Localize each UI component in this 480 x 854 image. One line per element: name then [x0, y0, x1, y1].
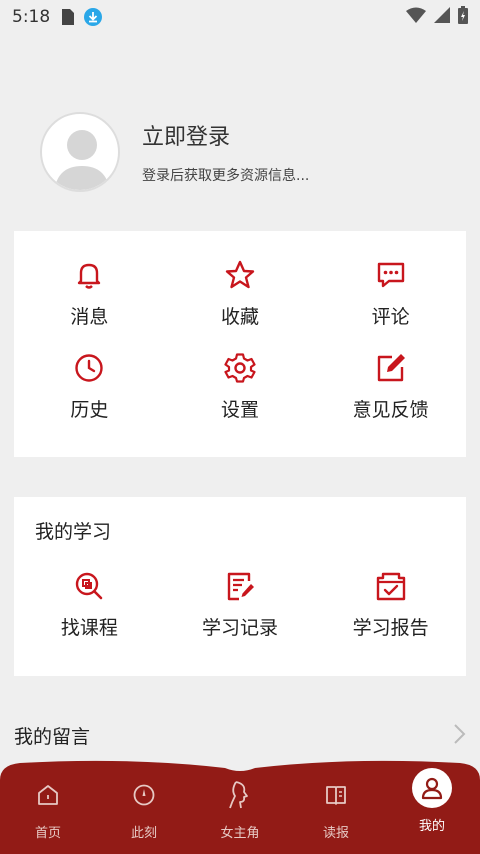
gear-icon	[224, 353, 256, 383]
tab-heroine[interactable]: 女主角	[192, 780, 288, 841]
home-icon	[33, 780, 63, 810]
document-icon	[227, 572, 254, 601]
tab-mine[interactable]: 我的	[384, 768, 480, 841]
status-bar: 5:18	[0, 0, 480, 34]
messages-button[interactable]: 消息	[14, 258, 165, 351]
study-record-button[interactable]: 学习记录	[165, 569, 316, 640]
status-time: 5:18	[12, 7, 51, 27]
battery-icon	[458, 5, 468, 29]
tab-moment[interactable]: 此刻	[96, 780, 192, 841]
star-icon	[225, 260, 255, 289]
tab-home-label: 首页	[34, 826, 61, 841]
login-subtitle: 登录后获取更多资源信息...	[142, 168, 310, 184]
login-title[interactable]: 立即登录	[142, 119, 309, 151]
study-card: 我的学习 找课程 学习记录 学习报告	[14, 497, 466, 676]
tab-moment-label: 此刻	[130, 826, 157, 841]
edit-icon	[377, 354, 405, 382]
search-course-icon	[76, 572, 103, 600]
download-icon	[84, 8, 103, 26]
report-icon	[376, 572, 405, 601]
chevron-right-icon	[452, 723, 466, 749]
comments-label: 评论	[371, 306, 410, 328]
newspaper-icon	[321, 780, 351, 810]
tab-heroine-label: 女主角	[220, 826, 260, 841]
feedback-button[interactable]: 意见反馈	[315, 351, 466, 444]
tab-newspaper[interactable]: 读报	[288, 780, 384, 841]
find-course-button[interactable]: 找课程	[14, 569, 165, 640]
my-messages-label: 我的留言	[14, 726, 91, 748]
actions-card: 消息 收藏 评论 历史 设置 意见反馈	[14, 231, 466, 457]
sim-card-icon	[62, 9, 75, 25]
profile-header[interactable]: 立即登录 登录后获取更多资源信息...	[40, 112, 309, 192]
clock-icon	[75, 354, 104, 382]
comments-button[interactable]: 评论	[315, 258, 466, 351]
wifi-icon	[406, 7, 426, 28]
my-messages-row[interactable]: 我的留言	[14, 722, 466, 749]
find-course-label: 找课程	[60, 617, 118, 639]
avatar[interactable]	[40, 112, 120, 192]
compass-icon	[129, 780, 159, 810]
user-icon	[412, 768, 452, 808]
study-record-label: 学习记录	[201, 617, 278, 639]
bottom-tab-bar: 首页 此刻 女主角 读报 我的	[0, 760, 480, 854]
cell-signal-icon	[434, 6, 450, 28]
woman-profile-icon	[225, 780, 255, 810]
comment-icon	[377, 262, 404, 288]
study-title: 我的学习	[35, 521, 112, 543]
favorites-button[interactable]: 收藏	[165, 258, 316, 351]
tab-home[interactable]: 首页	[0, 780, 96, 841]
bell-icon	[78, 263, 101, 289]
study-report-label: 学习报告	[352, 617, 429, 639]
favorites-label: 收藏	[220, 306, 259, 328]
study-report-button[interactable]: 学习报告	[315, 569, 466, 640]
feedback-label: 意见反馈	[352, 399, 429, 421]
settings-button[interactable]: 设置	[165, 351, 316, 444]
tab-newspaper-label: 读报	[322, 826, 349, 841]
messages-label: 消息	[70, 306, 109, 328]
history-button[interactable]: 历史	[14, 351, 165, 444]
history-label: 历史	[70, 399, 109, 421]
settings-label: 设置	[220, 399, 259, 421]
tab-mine-label: 我的	[418, 819, 445, 834]
